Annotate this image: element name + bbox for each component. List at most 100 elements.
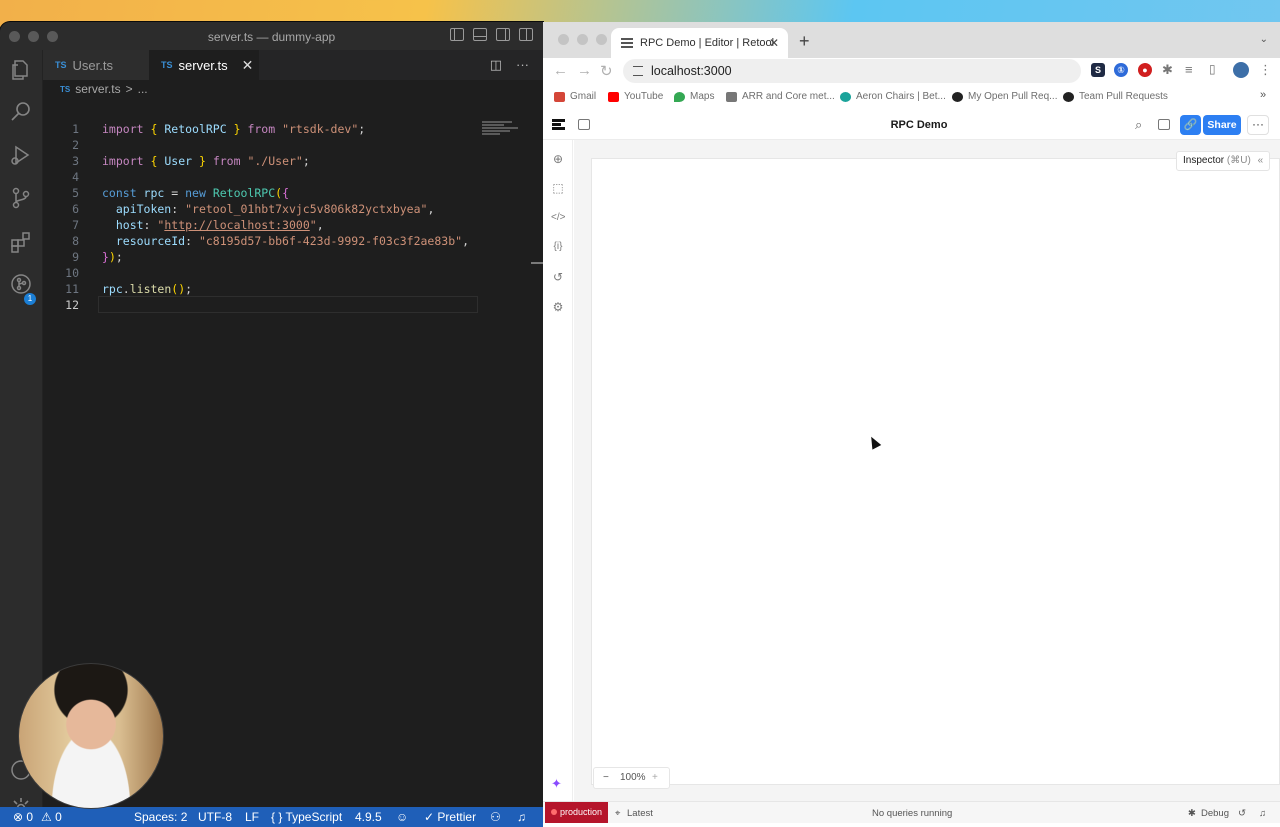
back-button[interactable]: ← bbox=[553, 62, 568, 79]
site-info-icon[interactable] bbox=[633, 66, 643, 76]
tab-label: User.ts bbox=[72, 57, 113, 73]
code-icon[interactable]: </> bbox=[551, 211, 565, 225]
preview-icon[interactable] bbox=[1158, 119, 1170, 130]
run-debug-icon[interactable] bbox=[9, 143, 33, 167]
search-icon[interactable]: ⌕ bbox=[1135, 117, 1142, 133]
bookmark-aeron[interactable]: Aeron Chairs | Bet... bbox=[840, 91, 946, 102]
share-button[interactable]: Share bbox=[1203, 115, 1241, 135]
window-controls bbox=[558, 34, 607, 45]
debug-button[interactable]: Debug bbox=[1201, 808, 1229, 819]
scrollbar[interactable] bbox=[531, 262, 543, 264]
extensions-icon[interactable] bbox=[9, 230, 33, 254]
code-line: 5 const rpc = new RetoolRPC({ bbox=[43, 185, 483, 201]
bookmark-maps[interactable]: Maps bbox=[674, 91, 714, 102]
tab-user-ts[interactable]: TS User.ts bbox=[43, 50, 149, 80]
add-component-icon[interactable]: ⊕ bbox=[551, 152, 565, 166]
maximize-window-button[interactable] bbox=[596, 34, 607, 45]
side-panel-icon[interactable]: ▯ bbox=[1209, 62, 1216, 76]
breadcrumb-symbol[interactable]: ... bbox=[138, 82, 148, 96]
tab-search-icon[interactable]: ⌄ bbox=[1260, 34, 1268, 45]
maps-pin-icon bbox=[674, 91, 685, 102]
close-tab-icon[interactable]: ✕ bbox=[242, 57, 254, 74]
close-window-button[interactable] bbox=[558, 34, 569, 45]
debug-icon: ✱ bbox=[1188, 808, 1196, 819]
prettier-status[interactable]: ✓ Prettier bbox=[424, 810, 476, 824]
extension-icon-1password[interactable]: ① bbox=[1114, 63, 1128, 77]
settings-gear-icon[interactable]: ⚙ bbox=[551, 300, 565, 314]
bookmark-team-prs[interactable]: Team Pull Requests bbox=[1063, 91, 1168, 102]
minimize-window-button[interactable] bbox=[577, 34, 588, 45]
live-share-icon[interactable]: ⚇ bbox=[490, 810, 501, 824]
address-bar[interactable]: localhost:3000 bbox=[623, 59, 1081, 83]
toggle-panel-icon[interactable] bbox=[473, 28, 487, 41]
zoom-out-button[interactable]: − bbox=[603, 772, 609, 783]
eol-status[interactable]: LF bbox=[245, 810, 259, 824]
encoding-status[interactable]: UTF-8 bbox=[198, 810, 232, 824]
more-actions-icon[interactable]: ··· bbox=[516, 57, 529, 73]
line-content: }); bbox=[102, 250, 123, 264]
line-number: 12 bbox=[65, 298, 79, 312]
warnings-count[interactable]: ⚠ 0 bbox=[41, 810, 62, 824]
language-mode[interactable]: { } TypeScript bbox=[271, 810, 342, 824]
browser-tab-active[interactable]: RPC Demo | Editor | Retool ✕ bbox=[611, 28, 788, 58]
notifications-bell-icon[interactable]: ♫ bbox=[517, 810, 526, 824]
forward-button[interactable]: → bbox=[577, 62, 592, 79]
component-tree-icon[interactable]: ⬚ bbox=[551, 181, 565, 195]
history-icon[interactable]: ↺ bbox=[1238, 808, 1246, 819]
source-control-icon[interactable] bbox=[9, 186, 33, 210]
app-canvas[interactable] bbox=[591, 158, 1280, 785]
close-tab-icon[interactable]: ✕ bbox=[769, 36, 779, 50]
customize-layout-icon[interactable] bbox=[519, 28, 533, 41]
typescript-version[interactable]: 4.9.5 bbox=[355, 810, 382, 824]
zoom-in-button[interactable]: + bbox=[652, 772, 658, 783]
notifications-bell-icon[interactable]: ♫ bbox=[1259, 808, 1266, 819]
line-content: rpc.listen(); bbox=[102, 282, 193, 296]
search-icon[interactable] bbox=[9, 100, 33, 124]
state-icon[interactable]: {i} bbox=[551, 240, 565, 254]
browser-window: RPC Demo | Editor | Retool ✕ + ⌄ ← → ↻ l… bbox=[543, 22, 1280, 827]
environment-badge[interactable]: production bbox=[545, 802, 608, 823]
collapse-icon[interactable]: « bbox=[1258, 155, 1264, 166]
errors-count[interactable]: ⊗ 0 bbox=[13, 810, 33, 824]
new-tab-button[interactable]: + bbox=[799, 31, 810, 52]
bookmarks-bar: Gmail YouTube Maps ARR and Core met... A… bbox=[543, 84, 1280, 108]
browser-menu-icon[interactable]: ⋮ bbox=[1259, 62, 1272, 78]
code-line: 10 bbox=[43, 265, 483, 281]
bookmark-folder-arr[interactable]: ARR and Core met... bbox=[726, 91, 835, 102]
line-number: 8 bbox=[72, 234, 79, 248]
line-number: 3 bbox=[72, 154, 79, 168]
extension-icon-s[interactable]: S bbox=[1091, 63, 1105, 77]
more-options-button[interactable]: ··· bbox=[1247, 115, 1269, 135]
inspector-toggle[interactable]: Inspector (⌘U) « bbox=[1176, 151, 1270, 171]
copy-link-button[interactable]: 🔗 bbox=[1180, 115, 1201, 135]
bookmark-open-prs[interactable]: My Open Pull Req... bbox=[952, 91, 1057, 102]
minimap[interactable] bbox=[482, 121, 524, 139]
line-content: const rpc = new RetoolRPC({ bbox=[102, 186, 290, 200]
line-number: 1 bbox=[72, 122, 79, 136]
typescript-file-icon: TS bbox=[60, 84, 71, 94]
profile-avatar[interactable] bbox=[1233, 62, 1249, 78]
explorer-icon[interactable] bbox=[9, 58, 33, 82]
bookmark-youtube[interactable]: YouTube bbox=[608, 91, 663, 102]
reading-list-icon[interactable]: ≡ bbox=[1185, 62, 1193, 77]
retool-favicon-icon bbox=[621, 38, 633, 48]
extension-icon-red[interactable]: ● bbox=[1138, 63, 1152, 77]
ai-assist-icon[interactable]: ✦ bbox=[551, 776, 562, 792]
history-icon[interactable]: ↺ bbox=[551, 270, 565, 284]
copilot-icon[interactable]: ☺ bbox=[396, 810, 408, 824]
toggle-secondary-sidebar-icon[interactable] bbox=[496, 28, 510, 41]
bookmark-gmail[interactable]: Gmail bbox=[554, 91, 596, 102]
git-graph-icon[interactable] bbox=[9, 272, 33, 296]
extensions-puzzle-icon[interactable]: ✱ bbox=[1162, 62, 1173, 78]
split-editor-icon[interactable]: ◫ bbox=[490, 57, 502, 73]
indentation-status[interactable]: Spaces: 2 bbox=[134, 810, 187, 824]
toggle-primary-sidebar-icon[interactable] bbox=[450, 28, 464, 41]
more-bookmarks-icon[interactable]: » bbox=[1260, 89, 1266, 101]
tab-label: server.ts bbox=[178, 57, 228, 73]
line-number: 7 bbox=[72, 218, 79, 232]
tab-server-ts[interactable]: TS server.ts ✕ bbox=[149, 50, 259, 80]
version-label[interactable]: Latest bbox=[627, 808, 653, 819]
breadcrumb-file[interactable]: server.ts bbox=[75, 82, 120, 96]
reload-button[interactable]: ↻ bbox=[600, 62, 613, 80]
url-link[interactable]: http://localhost:3000 bbox=[164, 218, 309, 232]
